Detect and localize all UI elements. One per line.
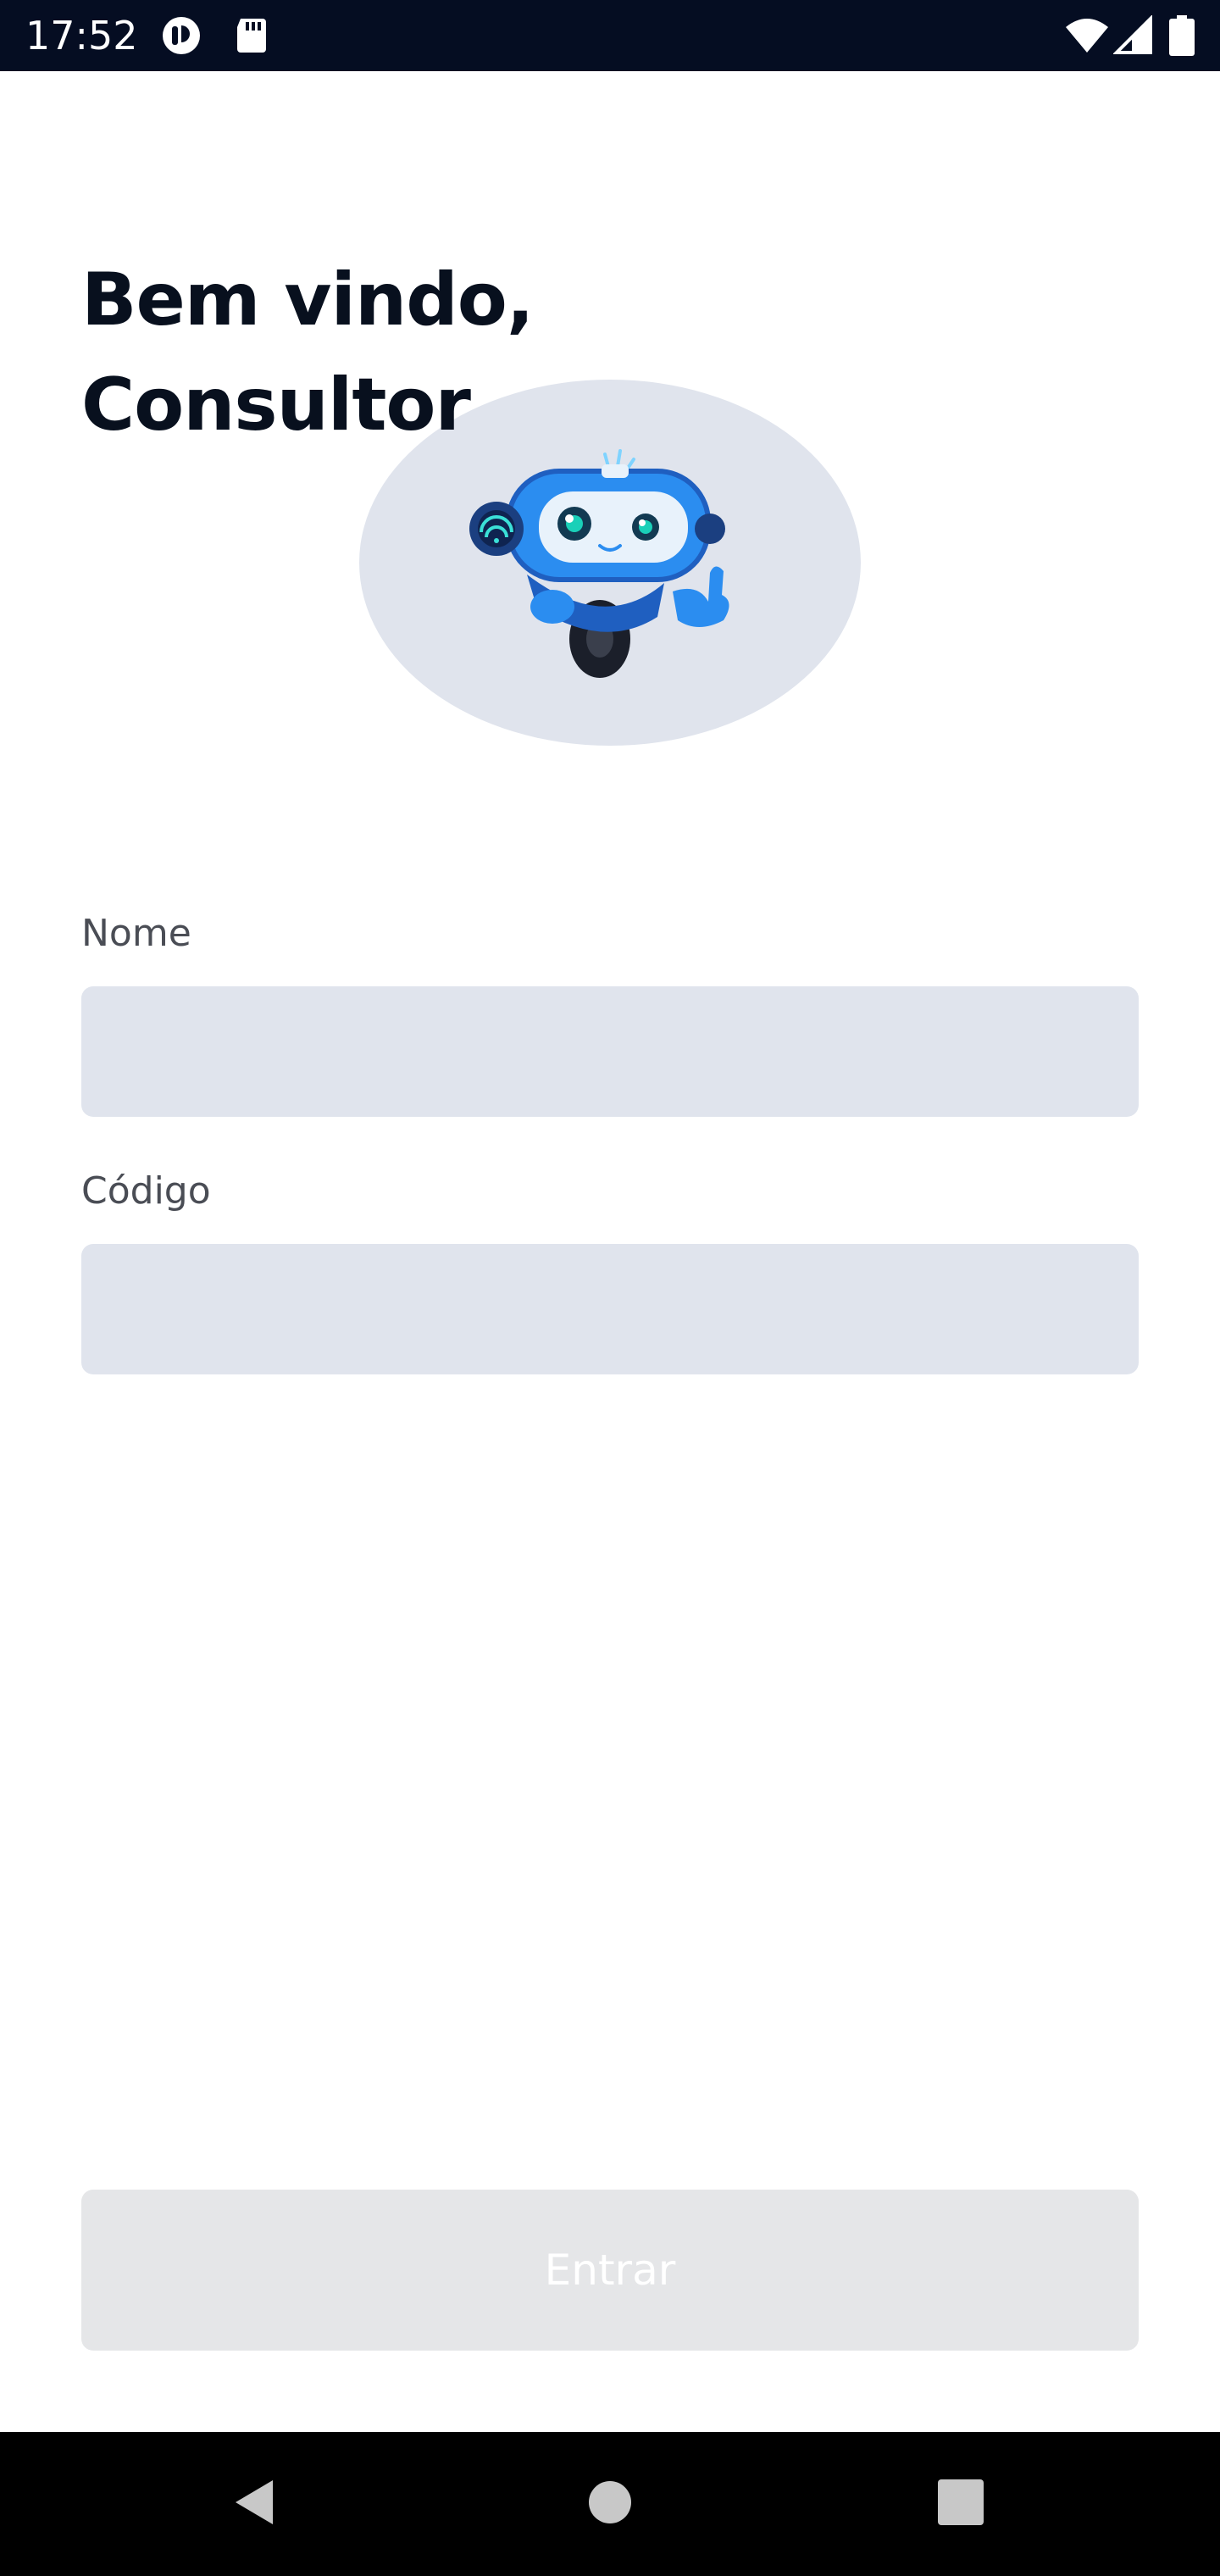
recents-button[interactable]: [893, 2432, 1029, 2576]
sd-card-icon: [230, 15, 271, 56]
status-time: 17:52: [25, 13, 138, 58]
status-bar: 17:52: [0, 0, 1220, 71]
back-icon: [230, 2477, 278, 2531]
back-button[interactable]: [186, 2432, 322, 2576]
app-notification-icon: [161, 15, 202, 56]
name-label: Nome: [81, 912, 191, 955]
code-label: Código: [81, 1169, 211, 1213]
recents-icon: [938, 2479, 984, 2529]
login-button[interactable]: Entrar: [81, 2190, 1139, 2351]
navigation-bar: [0, 2432, 1220, 2576]
home-icon: [587, 2479, 633, 2529]
page-title-line-2: Consultor: [81, 363, 471, 447]
cell-signal-icon: [1112, 14, 1154, 56]
wifi-icon: [1064, 15, 1110, 56]
page-title-line-1: Bem vindo,: [81, 258, 535, 342]
login-screen: 17:52 Bem vindo, Consultor Nome Código E…: [0, 0, 1220, 2576]
battery-icon: [1167, 15, 1196, 56]
name-input[interactable]: [81, 986, 1139, 1117]
home-button[interactable]: [542, 2432, 678, 2576]
code-input[interactable]: [81, 1244, 1139, 1374]
page-title: Bem vindo, Consultor: [81, 247, 535, 458]
